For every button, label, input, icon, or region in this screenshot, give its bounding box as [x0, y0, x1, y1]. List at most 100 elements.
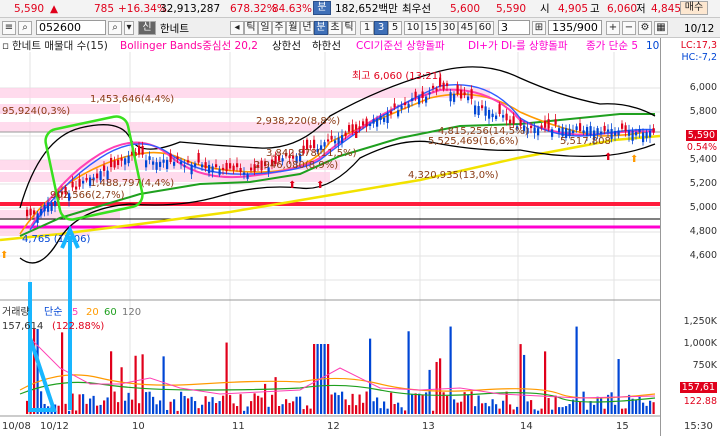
interval-45[interactable]: 45 — [458, 21, 476, 35]
volume-bar — [117, 402, 120, 414]
volume-legend-120: 120 — [122, 307, 141, 318]
volume-bar — [477, 395, 480, 414]
volume-bar — [649, 400, 652, 414]
settings-icon[interactable]: ⚙ — [638, 21, 652, 35]
zoom-in-icon[interactable]: + — [606, 21, 620, 35]
volume-bar — [435, 361, 438, 414]
week-tab[interactable]: 주 — [272, 21, 286, 35]
x-tick: 14 — [520, 421, 533, 432]
volume-bar — [516, 406, 519, 414]
volume-bar — [365, 391, 368, 414]
interval-3[interactable]: 3 — [374, 21, 388, 35]
candle — [537, 128, 540, 136]
volume-bar — [309, 408, 312, 414]
candle — [488, 110, 491, 119]
interval-5[interactable]: 5 — [388, 21, 402, 35]
volume-bar — [292, 401, 295, 414]
dropdown-icon[interactable]: ▾ — [124, 21, 134, 35]
tick-tab[interactable]: 틱 — [244, 21, 258, 35]
volume-bar — [36, 329, 39, 414]
candle — [85, 177, 88, 181]
candle — [589, 126, 592, 136]
candle — [474, 105, 477, 115]
buy-button[interactable]: 매수 — [680, 1, 708, 15]
volume-bar — [554, 395, 557, 414]
interval-60[interactable]: 60 — [476, 21, 494, 35]
volume-bar — [232, 403, 235, 414]
volume-value: 32,913,287 — [160, 3, 221, 15]
candle — [43, 204, 46, 212]
volume-bar — [642, 402, 645, 414]
stock-code-input[interactable]: 052600 — [36, 20, 106, 35]
candle — [344, 132, 347, 137]
candle — [425, 96, 428, 103]
volume-bar — [155, 404, 158, 414]
minute-tab[interactable]: 분 — [314, 21, 328, 35]
volume-bar — [561, 407, 564, 414]
interval-10[interactable]: 10 — [404, 21, 422, 35]
count-field[interactable]: 135/900 — [548, 20, 602, 35]
year-tab[interactable]: 년 — [300, 21, 314, 35]
volume-bar — [593, 404, 596, 414]
candle — [239, 168, 242, 172]
volume-bar — [418, 393, 421, 414]
candle — [33, 210, 36, 215]
volume-bar — [481, 403, 484, 414]
volume-bar — [218, 401, 221, 414]
minute-mode-button[interactable]: 분 — [313, 1, 331, 15]
volume-bar — [537, 410, 540, 414]
month-tab[interactable]: 월 — [286, 21, 300, 35]
interval-15[interactable]: 15 — [422, 21, 440, 35]
open-label: 시 — [540, 3, 550, 15]
tick2-tab[interactable]: 틱 — [342, 21, 356, 35]
search-stock-icon[interactable]: ⌕ — [108, 21, 122, 35]
zoom-icon[interactable]: ⊞ — [532, 21, 546, 35]
volume-bar — [344, 399, 347, 414]
volume-bar — [358, 394, 361, 414]
search-icon[interactable]: ⌕ — [18, 21, 32, 35]
price-chart[interactable]: 최고 6,060 (13:21) 95,924(0,3%) 1,453,646(… — [0, 38, 660, 436]
volume-bar — [260, 397, 263, 414]
interval-1[interactable]: 1 — [360, 21, 374, 35]
layout-icon[interactable]: ▦ — [654, 21, 668, 35]
day-tab[interactable]: 일 — [258, 21, 272, 35]
price-axis: LC:17,3 HC:-7,2 6,000 5,800 5,590 0.54% … — [660, 38, 720, 436]
volume-legend-label: 거래량 — [2, 306, 30, 318]
zoom-out-icon[interactable]: − — [622, 21, 636, 35]
volume-bar — [180, 391, 183, 414]
second-tab[interactable]: 초 — [328, 21, 342, 35]
candle — [124, 158, 127, 165]
prev-period-button[interactable]: ◂ — [230, 21, 244, 35]
candle — [327, 139, 330, 142]
menu-icon[interactable]: ≡ — [2, 21, 16, 35]
interval-select[interactable]: 3 — [498, 20, 530, 35]
price-tick: 6,000 — [689, 82, 717, 93]
best-bid: 5,590 — [496, 3, 527, 15]
candle — [453, 93, 456, 102]
candle — [533, 127, 536, 134]
volume-bar — [285, 399, 288, 414]
candle — [428, 92, 431, 95]
volume-bar — [540, 408, 543, 414]
candle — [498, 104, 501, 114]
volume-bar — [89, 398, 92, 414]
low-annotation: 4,765 (15:06) — [22, 234, 91, 245]
volume-bar — [631, 398, 634, 414]
candle — [78, 179, 81, 187]
profile-label-9: 1,488,797(4,4%) — [90, 178, 174, 189]
price-tick: 5,200 — [689, 178, 717, 189]
volume-bar — [267, 406, 270, 414]
volume-bar — [621, 408, 624, 414]
volume-bar — [488, 406, 491, 414]
profile-label-4: 3,842,878(11,5%) — [266, 148, 357, 159]
profile-label-5: 2,946,080(8,9%) — [254, 160, 338, 171]
volume-bar — [236, 406, 239, 414]
interval-30[interactable]: 30 — [440, 21, 458, 35]
best-ask: 5,600 — [450, 3, 481, 15]
volume-bar — [544, 351, 547, 414]
up-arrow-icon: ▲ — [50, 3, 59, 15]
volume-bar — [166, 409, 169, 414]
volume-bar — [355, 405, 358, 414]
volume-bar — [421, 394, 424, 414]
candle — [54, 200, 57, 207]
